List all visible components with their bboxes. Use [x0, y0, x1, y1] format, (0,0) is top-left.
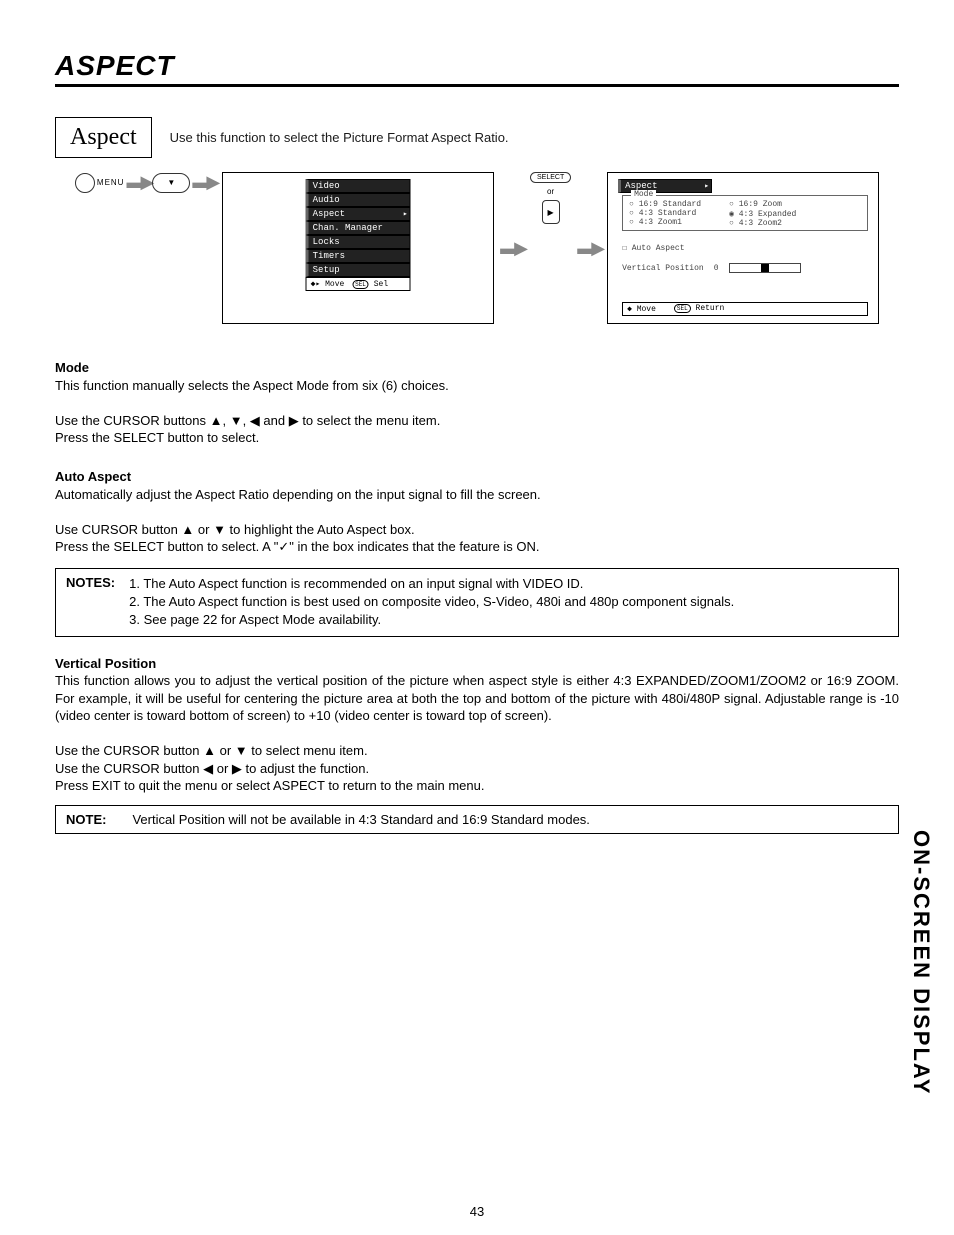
menu-item: Audio: [306, 193, 411, 207]
note-label: NOTE:: [66, 812, 106, 827]
menu-item: Locks: [306, 235, 411, 249]
mode-option-selected: 4:3 Expanded: [729, 209, 796, 219]
menu-item: Timers: [306, 249, 411, 263]
menu-item: Setup: [306, 263, 411, 277]
notes-box: NOTES: 1. The Auto Aspect function is re…: [55, 568, 899, 637]
auto-aspect-line: Auto Aspect: [622, 243, 868, 253]
mode-option: 16:9 Standard: [629, 200, 701, 209]
note-line: 1. The Auto Aspect function is recommend…: [129, 575, 734, 593]
slider-icon: [729, 263, 801, 273]
page-title: ASPECT: [55, 50, 899, 87]
vertical-position-heading: Vertical Position: [55, 655, 899, 673]
arrow-icon: ▬▶: [577, 238, 601, 259]
arrow-icon: ▬▶: [192, 172, 216, 193]
mode-heading: Mode: [55, 359, 899, 377]
menu-item: Chan. Manager: [306, 221, 411, 235]
play-button-icon: ▶: [542, 200, 560, 224]
body-paragraph: Use CURSOR button ▲ or ▼ to highlight th…: [55, 521, 899, 539]
mode-legend: Mode: [631, 190, 656, 199]
mode-option: 4:3 Zoom2: [729, 219, 796, 228]
body-paragraph: Press EXIT to quit the menu or select AS…: [55, 777, 899, 795]
mode-option: 16:9 Zoom: [729, 200, 796, 209]
arrow-icon: ▬▶: [500, 238, 524, 259]
remote-menu-group: MENU ▬▶ ▼ ▬▶: [75, 172, 216, 193]
vertical-position-line: Vertical Position 0: [622, 263, 868, 273]
note-text: Vertical Position will not be available …: [132, 812, 589, 827]
aspect-menu-screenshot: Aspect Mode 16:9 Standard 4:3 Standard 4…: [607, 172, 879, 324]
aspect-footer: ◆ Move SEL Return: [622, 302, 868, 316]
section-label-box: Aspect: [55, 117, 152, 158]
side-tab-label: ON-SCREEN DISPLAY: [908, 830, 934, 1095]
body-paragraph: Use the CURSOR buttons ▲, ▼, ◀ and ▶ to …: [55, 412, 899, 430]
body-paragraph: Use the CURSOR button ▲ or ▼ to select m…: [55, 742, 899, 760]
mode-option: 4:3 Standard: [629, 209, 701, 218]
mode-option: 4:3 Zoom1: [629, 218, 701, 227]
menu-item: Video: [306, 179, 411, 193]
note-line: 3. See page 22 for Aspect Mode availabil…: [129, 611, 734, 629]
arrow-icon: ▬▶: [126, 172, 150, 193]
menu-item-selected: Aspect: [306, 207, 411, 221]
select-or-play: SELECT or ▶: [530, 172, 571, 224]
notes-label: NOTES:: [66, 575, 115, 630]
page-number: 43: [470, 1204, 484, 1219]
note-line: 2. The Auto Aspect function is best used…: [129, 593, 734, 611]
body-paragraph: Automatically adjust the Aspect Ratio de…: [55, 486, 899, 504]
or-label: or: [547, 187, 554, 196]
body-paragraph: Press the SELECT button to select. A "✓"…: [55, 538, 899, 556]
dpad-icon: ▼: [152, 173, 190, 193]
body-paragraph: Press the SELECT button to select.: [55, 429, 899, 447]
note-box: NOTE: Vertical Position will not be avai…: [55, 805, 899, 834]
dial-icon: [75, 173, 95, 193]
auto-aspect-heading: Auto Aspect: [55, 468, 899, 486]
body-paragraph: Use the CURSOR button ◀ or ▶ to adjust t…: [55, 760, 899, 778]
body-paragraph: This function manually selects the Aspec…: [55, 377, 899, 395]
main-menu-screenshot: Video Audio Aspect Chan. Manager Locks T…: [222, 172, 494, 324]
body-paragraph: This function allows you to adjust the v…: [55, 672, 899, 725]
select-button-icon: SELECT: [530, 172, 571, 183]
menu-footer: ◆▸ Move SEL Sel: [306, 277, 411, 291]
menu-label: MENU: [97, 178, 125, 187]
diagram-row: MENU ▬▶ ▼ ▬▶ Video Audio Aspect Chan. Ma…: [55, 172, 899, 324]
section-description: Use this function to select the Picture …: [170, 130, 509, 145]
mode-group: Mode 16:9 Standard 4:3 Standard 4:3 Zoom…: [622, 195, 868, 231]
